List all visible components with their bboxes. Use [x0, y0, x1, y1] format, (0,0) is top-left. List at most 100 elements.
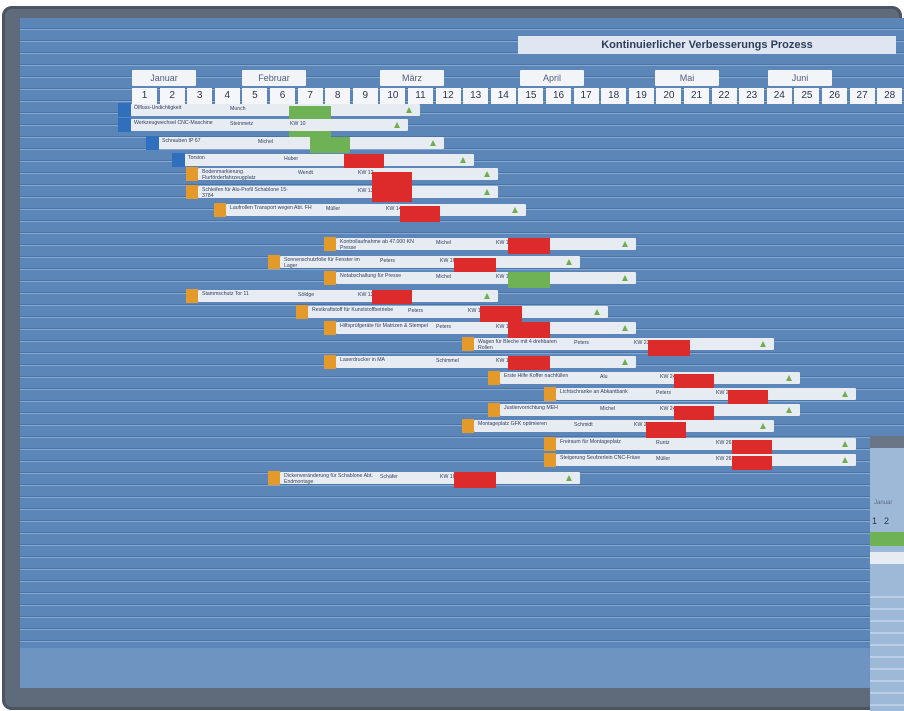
task-title: Torsion: [188, 155, 205, 161]
triangle-marker-icon: [786, 375, 792, 381]
board-tray: [20, 648, 904, 688]
triangle-marker-icon: [622, 241, 628, 247]
task-owner: Schimmel: [436, 358, 459, 364]
task-owner: Michel: [258, 139, 273, 145]
red-status-block: [732, 440, 772, 454]
second-board-green-block: [870, 532, 904, 546]
week-cell: 24: [766, 88, 792, 104]
week-cell: 1: [132, 88, 157, 104]
task-title: Hilfsprüfgeräte für Matrizen & Stempel: [340, 323, 428, 329]
task-title: Werkzeugwechsel CNC-Maschine: [134, 120, 213, 126]
week-cell: 2: [159, 88, 185, 104]
orange-tag: [324, 237, 336, 251]
red-status-block: [674, 374, 714, 388]
second-board-frame: [870, 436, 904, 448]
triangle-marker-icon: [786, 407, 792, 413]
month-label: April: [520, 70, 584, 86]
task-title: Schleifen für Alu-Profil Schablone 15-37…: [202, 187, 288, 198]
task-strip: Lichtschranke an Abkantbank Peters KW 26: [556, 388, 856, 400]
triangle-marker-icon: [566, 259, 572, 265]
task-owner: Huber: [284, 156, 299, 162]
task-strip: Schleifen für Alu-Profil Schablone 15-37…: [198, 186, 498, 198]
task-title: Erste Hilfe Koffer nachfüllen: [504, 373, 569, 379]
task-strip: Ölfluss-UndichtigkeitMunchKW 10: [130, 104, 420, 116]
task-owner: Michel: [600, 406, 615, 412]
task-owner: Müller: [326, 206, 341, 212]
task-strip: Wagen für Bleche mit 4 drehbaren Rollen P…: [474, 338, 774, 350]
triangle-marker-icon: [484, 189, 490, 195]
task-owner: Schmidt: [574, 422, 593, 428]
orange-tag: [214, 203, 226, 217]
week-cell: 8: [325, 88, 351, 104]
triangle-marker-icon: [842, 457, 848, 463]
second-board-week: 1: [872, 516, 878, 526]
week-cell: 11: [408, 88, 433, 104]
red-status-block: [400, 206, 440, 222]
red-status-block: [508, 356, 550, 370]
task-strip: Laserdrucker in MA Schimmel KW 18: [336, 356, 636, 368]
red-status-block: [732, 456, 772, 470]
triangle-marker-icon: [760, 423, 766, 429]
triangle-marker-icon: [430, 140, 436, 146]
task-strip: Notabschaltung für Presse Michel KW 18: [336, 272, 636, 284]
green-status-block: [508, 272, 550, 288]
week-cell: 5: [242, 88, 268, 104]
orange-tag: [488, 371, 500, 385]
task-owner: Peters: [436, 324, 451, 330]
week-cell: 19: [628, 88, 654, 104]
task-title: Laserdrucker in MA: [340, 357, 385, 363]
red-status-block: [454, 472, 496, 488]
orange-tag: [544, 387, 556, 401]
task-title: Sonnenschutzfolie für Fenster im Lager: [284, 257, 360, 268]
week-cell: 9: [352, 88, 378, 104]
orange-tag: [324, 271, 336, 285]
orange-tag: [462, 337, 474, 351]
blue-tag: [146, 136, 159, 150]
week-cell: 3: [187, 88, 213, 104]
month-label: Juni: [768, 70, 832, 86]
task-owner: Runtz: [656, 440, 670, 446]
week-cell: 20: [656, 88, 682, 104]
triangle-marker-icon: [512, 207, 518, 213]
task-title: Lichtschranke an Abkantbank: [560, 389, 628, 395]
task-title: Justiervorrichtung MEH: [504, 405, 558, 411]
week-cell: 18: [601, 88, 627, 104]
orange-tag: [544, 453, 556, 467]
task-owner: Michel: [436, 240, 451, 246]
orange-tag: [462, 419, 474, 433]
triangle-marker-icon: [842, 441, 848, 447]
task-title: Schrauben IP 67: [162, 138, 201, 144]
week-cell: 14: [490, 88, 516, 104]
month-label: Februar: [242, 70, 306, 86]
month-label: März: [380, 70, 444, 86]
orange-tag: [186, 167, 198, 181]
blue-tag: [172, 153, 185, 167]
triangle-marker-icon: [394, 122, 400, 128]
task-strip: Erste Hilfe Koffer nachfüllen Alu KW 24: [500, 372, 800, 384]
task-strip: Steigerung Seufzerlein CNC-Fräse Müller KW…: [556, 454, 856, 466]
red-status-block: [728, 390, 768, 404]
second-board-month: Januar: [874, 500, 893, 506]
task-strip: Kontrollaufnahme ab 47.000 KN Presse Mich…: [336, 238, 636, 250]
task-owner: Steinmetz: [230, 121, 254, 127]
task-strip: Sonnenschutzfolie für Fenster im Lager Pe…: [280, 256, 580, 268]
task-strip: TorsionHuberKW 12: [184, 154, 474, 166]
task-owner: Peters: [408, 308, 423, 314]
board-title: Kontinuierlicher Verbesserungs Prozess: [518, 36, 896, 54]
red-status-block: [372, 186, 412, 202]
task-owner: Müller: [656, 456, 671, 462]
task-title: Notabschaltung für Presse: [340, 273, 402, 279]
task-owner: Michel: [436, 274, 451, 280]
task-title: Bodenmarkierung Flurförderfahrzeugplatz: [202, 169, 256, 180]
week-cell: 6: [270, 88, 295, 104]
task-week: KW 10: [290, 121, 306, 127]
red-status-block: [674, 406, 714, 420]
red-status-block: [480, 306, 522, 322]
week-cell: 27: [849, 88, 875, 104]
week-cell: 12: [435, 88, 461, 104]
second-board-lines: [870, 586, 904, 711]
blue-tag: [118, 118, 131, 132]
triangle-marker-icon: [566, 475, 572, 481]
week-row: 1 2 3 4 5 6 7 8 9 10 11 12 13 14 15 16 17 18 19 20 21 22 23 24 2…: [132, 88, 904, 104]
orange-tag: [544, 437, 556, 451]
